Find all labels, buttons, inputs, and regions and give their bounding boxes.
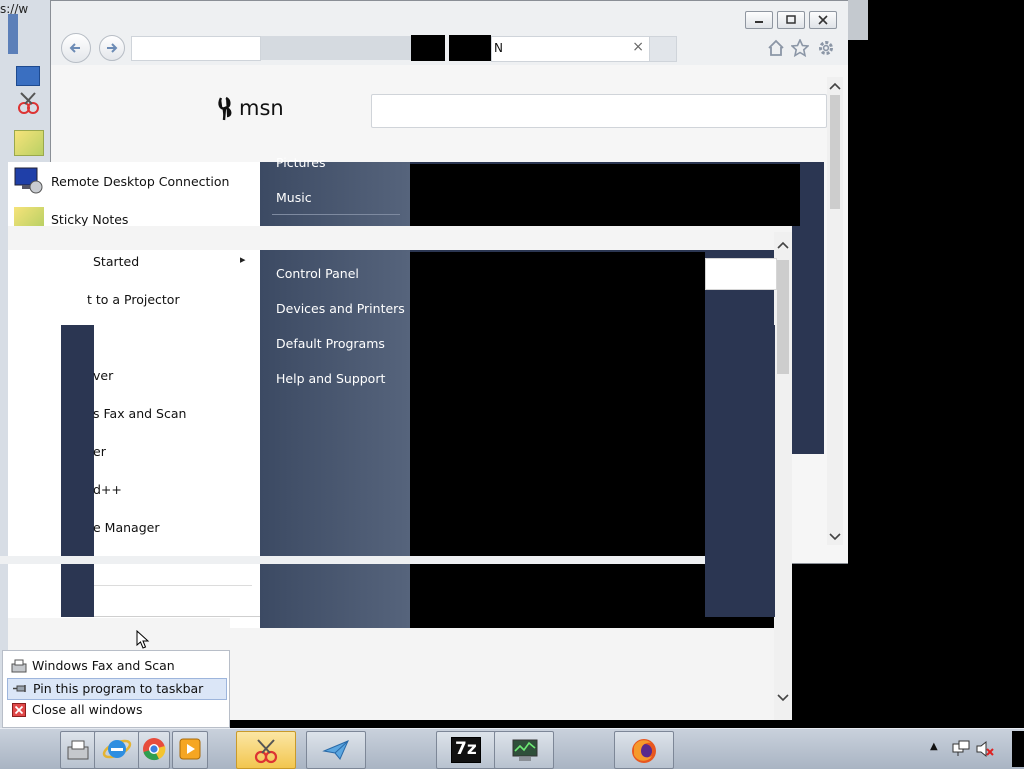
overlay-window-band [8, 226, 792, 250]
fax-icon [67, 740, 89, 760]
maximize-button[interactable] [777, 11, 805, 29]
overlay-lower-area [230, 628, 774, 720]
remote-desktop-icon [14, 166, 44, 194]
taskbar-7zip[interactable]: 7z [436, 731, 496, 769]
jump-item-close-all[interactable]: Close all windows [7, 700, 225, 720]
program-sticky-notes[interactable]: Sticky Notes [51, 212, 128, 227]
msn-brand-text: msn [239, 96, 284, 120]
dark-panel-main [410, 252, 705, 627]
program-item[interactable]: d++ [93, 482, 122, 497]
program-windows-fax-scan[interactable]: s Fax and Scan [93, 406, 186, 421]
overlay-left-lower [8, 618, 230, 650]
submenu-arrow-icon: ▸ [240, 253, 246, 266]
blue-strip [8, 14, 18, 54]
jump-item-label: Windows Fax and Scan [32, 658, 175, 673]
overlay-scrollbar-thumb[interactable] [777, 260, 789, 374]
overlay-scroll-down-arrow[interactable] [777, 692, 789, 702]
jump-list: Windows Fax and Scan Pin this program to… [2, 650, 230, 728]
paper-plane-icon [322, 740, 349, 760]
taskbar-media-player[interactable] [172, 731, 208, 769]
snipping-tool-icon[interactable] [15, 90, 41, 116]
jump-item-fax-scan[interactable]: Windows Fax and Scan [7, 656, 225, 676]
tab-close-icon[interactable]: × [632, 39, 644, 55]
place-pictures[interactable]: Pictures [276, 155, 326, 170]
media-player-icon [179, 738, 201, 760]
taskbar-task-manager[interactable] [494, 731, 554, 769]
overlay-search-strip [705, 258, 777, 290]
favorites-star-icon[interactable] [790, 38, 810, 58]
7zip-icon: 7z [451, 737, 481, 763]
scroll-up-arrow[interactable] [829, 81, 841, 91]
tab-title: N [494, 41, 503, 55]
ie-icon [102, 739, 132, 759]
taskbar: 7z ▲ [0, 728, 1024, 769]
sticky-notes-top-icon[interactable] [14, 130, 44, 156]
page-scrollbar[interactable] [827, 77, 843, 545]
jump-item-label: Pin this program to taskbar [33, 681, 204, 696]
places-separator [272, 214, 400, 215]
tab-strip [261, 36, 411, 60]
minimize-button[interactable] [745, 11, 773, 29]
taskbar-chrome[interactable] [138, 731, 170, 769]
new-tab-button[interactable] [649, 36, 677, 62]
home-icon[interactable] [767, 39, 785, 57]
mouse-cursor-icon [136, 630, 150, 649]
redacted-block [411, 35, 445, 61]
program-item[interactable]: er [93, 444, 106, 459]
butterfly-icon [218, 96, 232, 121]
chrome-icon [143, 738, 166, 761]
overlay-content-block [705, 325, 775, 617]
pin-icon [13, 685, 26, 692]
jump-item-label: Close all windows [32, 702, 143, 717]
place-control-panel[interactable]: Control Panel [276, 266, 359, 281]
taskbar-paper-plane[interactable] [306, 731, 366, 769]
calculator-icon[interactable] [16, 66, 40, 86]
overlay-left-navy [61, 325, 94, 617]
back-button[interactable] [61, 33, 91, 63]
taskbar-internet-explorer[interactable] [94, 731, 140, 769]
scrollbar-thumb[interactable] [830, 95, 840, 209]
settings-gear-icon[interactable] [817, 39, 835, 57]
place-devices-printers[interactable]: Devices and Printers [276, 301, 405, 316]
jump-item-pin-taskbar[interactable]: Pin this program to taskbar [7, 678, 227, 700]
taskbar-snipping-tool[interactable] [236, 731, 296, 769]
search-box[interactable] [371, 94, 827, 128]
address-bar[interactable] [131, 36, 261, 61]
browser-toolbar: N × [51, 1, 849, 65]
overlay-scroll-up-arrow[interactable] [777, 240, 789, 250]
dark-panel [410, 164, 800, 226]
desktop-black-area [848, 40, 1024, 728]
close-button[interactable] [809, 11, 837, 29]
scroll-down-arrow[interactable] [829, 531, 841, 541]
7zip-label: 7z [455, 739, 477, 759]
program-item[interactable]: ver [93, 368, 113, 383]
program-connect-projector[interactable]: t to a Projector [87, 292, 180, 307]
network-icon[interactable] [952, 740, 970, 758]
overlay-divider-strip [0, 556, 705, 564]
start-menu-divider [94, 585, 252, 586]
program-remote-desktop[interactable]: Remote Desktop Connection [51, 174, 229, 189]
window-edge [848, 0, 868, 40]
browser-tab[interactable]: N × [491, 36, 651, 62]
sticky-notes-icon [14, 207, 44, 227]
place-help-support[interactable]: Help and Support [276, 371, 385, 386]
redacted-block [449, 35, 491, 61]
overlay-scroll-column [774, 232, 792, 720]
snipping-tool-icon [254, 739, 278, 764]
volume-muted-icon[interactable] [976, 740, 994, 758]
tray-show-hidden-icon[interactable]: ▲ [930, 741, 938, 752]
taskbar-firefox[interactable] [614, 731, 674, 769]
taskbar-fax-scan[interactable] [60, 731, 96, 769]
fax-icon [11, 659, 27, 673]
forward-button[interactable] [99, 35, 125, 61]
program-getting-started[interactable]: Started [93, 254, 139, 269]
task-manager-icon [512, 739, 538, 761]
place-music[interactable]: Music [276, 190, 312, 205]
close-icon [12, 703, 26, 717]
start-menu-search-divider [94, 616, 260, 617]
program-item[interactable]: e Manager [93, 520, 159, 535]
place-default-programs[interactable]: Default Programs [276, 336, 385, 351]
firefox-icon [632, 739, 656, 763]
show-desktop-button[interactable] [1012, 731, 1024, 767]
